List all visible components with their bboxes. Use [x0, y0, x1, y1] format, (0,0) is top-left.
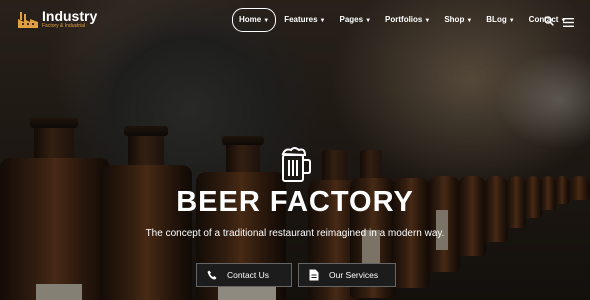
menu-item-label: Portfolios: [385, 15, 423, 24]
menu-item-pages[interactable]: Pages ▼: [334, 9, 378, 31]
menu-item-label: Pages: [339, 15, 364, 24]
logo[interactable]: Industry Factory & Industrial: [18, 9, 97, 29]
menu-item-label: Shop: [444, 15, 465, 24]
contact-us-button[interactable]: Contact Us: [196, 263, 292, 287]
top-navigation: Industry Factory & Industrial Home ▼ Feat…: [0, 0, 590, 40]
chevron-down-icon: ▼: [319, 18, 326, 24]
hero-section: Industry Factory & Industrial Home ▼ Feat…: [0, 0, 590, 300]
menu-item-shop[interactable]: Shop ▼: [438, 9, 478, 31]
document-icon: [307, 268, 321, 282]
chevron-down-icon: ▼: [466, 18, 473, 24]
menu-item-portfolios[interactable]: Portfolios ▼: [379, 9, 436, 31]
menu-item-features[interactable]: Features ▼: [278, 9, 331, 31]
logo-name: Industry: [42, 8, 98, 24]
menu-item-label: BLog: [486, 15, 507, 24]
our-services-button[interactable]: Our Services: [298, 263, 396, 287]
chevron-down-icon: ▼: [508, 18, 515, 24]
factory-icon: [18, 10, 38, 28]
main-menu: Home ▼ Features ▼ Pages ▼ Portfolios ▼ Shop ▼…: [232, 8, 574, 32]
hero-title: BEER FACTORY: [176, 186, 414, 218]
chevron-down-icon: ▼: [365, 18, 372, 24]
hero-subtitle: The concept of a traditional restaurant …: [145, 228, 445, 239]
hamburger-icon[interactable]: [563, 14, 574, 32]
chevron-down-icon: ▼: [263, 18, 270, 24]
menu-item-label: Features: [284, 15, 318, 24]
our-services-label: Our Services: [329, 270, 379, 280]
menu-item-home[interactable]: Home ▼: [232, 8, 277, 32]
logo-tagline: Factory & Industrial: [42, 23, 86, 29]
beer-mug-icon: [278, 146, 312, 184]
search-icon[interactable]: [544, 13, 554, 31]
contact-us-label: Contact Us: [227, 270, 270, 280]
chevron-down-icon: ▼: [424, 18, 431, 24]
menu-item-label: Home: [239, 15, 262, 24]
phone-icon: [205, 268, 219, 282]
menu-item-blog[interactable]: BLog ▼: [480, 9, 520, 31]
